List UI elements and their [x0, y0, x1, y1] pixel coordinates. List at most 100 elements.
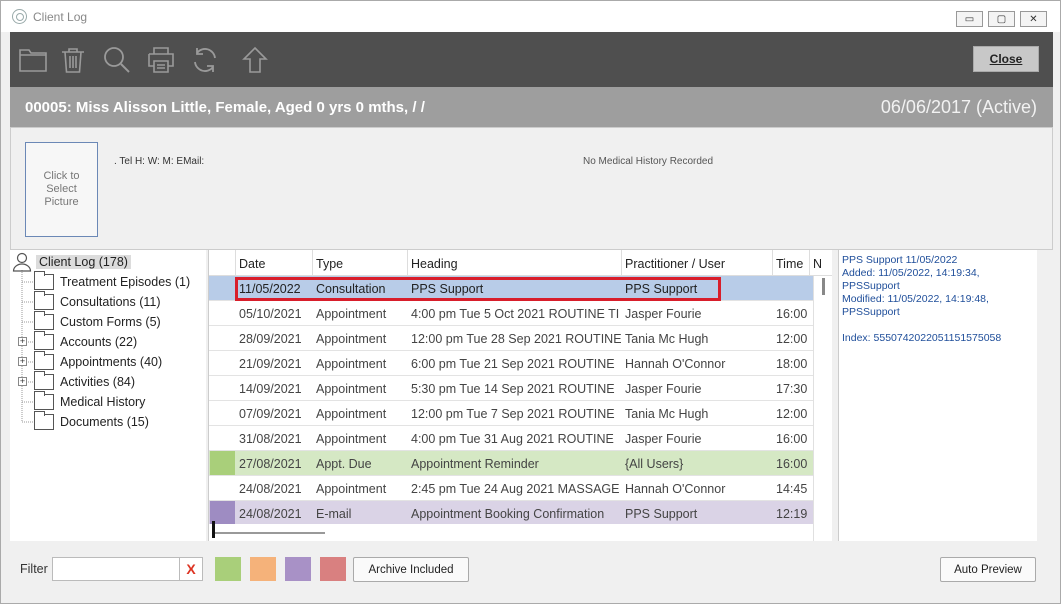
- cell-date: 07/09/2021: [239, 407, 302, 421]
- table-row[interactable]: 21/09/2021 Appointment 6:00 pm Tue 21 Sep …: [209, 351, 813, 376]
- cell-date: 11/05/2022: [239, 282, 301, 296]
- tree-item-appointments[interactable]: Appointments (40): [34, 351, 163, 372]
- filter-swatch-red[interactable]: [320, 557, 346, 581]
- vertical-scroll-thumb[interactable]: [822, 278, 825, 295]
- tree-item-activities[interactable]: Activities (84): [34, 371, 136, 392]
- print-icon[interactable]: [145, 44, 177, 76]
- refresh-icon[interactable]: [189, 44, 221, 76]
- cell-type: Appt. Due: [316, 457, 372, 471]
- tree-item-treatment-episodes[interactable]: Treatment Episodes (1): [34, 271, 191, 292]
- close-window-button[interactable]: ✕: [1020, 11, 1047, 27]
- cell-time: 12:19: [776, 507, 808, 521]
- app-logo-icon: [12, 9, 27, 24]
- search-icon[interactable]: [101, 44, 133, 76]
- column-header-time[interactable]: Time: [772, 250, 809, 276]
- filter-swatch-green[interactable]: [215, 557, 241, 581]
- row-color-marker: [210, 451, 235, 475]
- cell-type: Appointment: [316, 307, 387, 321]
- grid-header: Date Type Heading Practitioner / User Ti…: [209, 250, 832, 276]
- clear-filter-button[interactable]: X: [179, 557, 203, 581]
- tree-root-label: Client Log (178): [36, 255, 131, 269]
- cell-date: 21/09/2021: [239, 357, 302, 371]
- table-row[interactable]: 05/10/2021 Appointment 4:00 pm Tue 5 Oct 2…: [209, 301, 813, 326]
- column-header-heading[interactable]: Heading: [407, 250, 621, 276]
- folder-icon: [34, 351, 54, 370]
- cell-date: 24/08/2021: [239, 482, 302, 496]
- cell-type: Appointment: [316, 482, 387, 496]
- table-row[interactable]: 24/08/2021 E-mail Appointment Booking Conf…: [209, 501, 813, 526]
- cell-heading: Appointment Booking Confirmation: [411, 507, 605, 521]
- archive-included-button[interactable]: Archive Included: [353, 557, 469, 582]
- tree-item-label: Treatment Episodes (1): [60, 275, 191, 289]
- tree-root-client-log[interactable]: Client Log (178): [12, 252, 131, 272]
- maximize-button[interactable]: ▢: [988, 11, 1015, 27]
- tree-item-label: Documents (15): [60, 415, 149, 429]
- filter-swatch-purple[interactable]: [285, 557, 311, 581]
- expand-accounts-toggle[interactable]: +: [18, 337, 27, 346]
- cell-heading: 2:45 pm Tue 24 Aug 2021 MASSAGE: [411, 482, 620, 496]
- cell-date: 31/08/2021: [239, 432, 302, 446]
- footer-bar: Filter X Archive Included Auto Preview: [10, 541, 1053, 597]
- folder-icon[interactable]: [17, 44, 49, 76]
- cell-heading: 12:00 pm Tue 7 Sep 2021 ROUTINE: [411, 407, 615, 421]
- cell-practitioner: PPS Support: [625, 507, 698, 521]
- table-row[interactable]: 24/08/2021 Appointment 2:45 pm Tue 24 Aug …: [209, 476, 813, 501]
- trash-icon[interactable]: [57, 44, 89, 76]
- cell-time: 17:30: [776, 382, 808, 396]
- cell-practitioner: Tania Mc Hugh: [625, 332, 709, 346]
- tree-item-label: Accounts (22): [60, 335, 138, 349]
- upload-arrow-icon[interactable]: [239, 44, 271, 76]
- table-row[interactable]: 31/08/2021 Appointment 4:00 pm Tue 31 Aug …: [209, 426, 813, 451]
- column-header-type[interactable]: Type: [312, 250, 407, 276]
- client-log-window: Client Log ▭ ▢ ✕ Close 00005: Miss Aliss…: [0, 0, 1061, 604]
- cell-heading: PPS Support: [411, 282, 484, 296]
- vertical-scrollbar[interactable]: [813, 276, 832, 541]
- folder-icon: [34, 331, 54, 350]
- window-title: Client Log: [33, 9, 88, 24]
- column-header-practitioner[interactable]: Practitioner / User: [621, 250, 772, 276]
- patient-header: 00005: Miss Alisson Little, Female, Aged…: [10, 87, 1053, 127]
- expand-activities-toggle[interactable]: +: [18, 377, 27, 386]
- cell-type: Appointment: [316, 332, 387, 346]
- tree-item-documents[interactable]: Documents (15): [34, 411, 149, 432]
- cell-practitioner: Hannah O'Connor: [625, 482, 726, 496]
- tree-item-medical-history[interactable]: Medical History: [34, 391, 145, 412]
- cell-type: Appointment: [316, 407, 387, 421]
- tree-item-label: Activities (84): [60, 375, 136, 389]
- select-picture-button[interactable]: Click to Select Picture: [25, 142, 98, 237]
- detail-panel: PPS Support 11/05/2022 Added: 11/05/2022…: [838, 250, 1037, 541]
- cell-heading: 6:00 pm Tue 21 Sep 2021 ROUTINE: [411, 357, 615, 371]
- expand-appointments-toggle[interactable]: +: [18, 357, 27, 366]
- cell-time: 16:00: [776, 457, 808, 471]
- detail-line: [842, 319, 1034, 332]
- tree-item-consultations[interactable]: Consultations (11): [34, 291, 161, 312]
- tree-item-label: Appointments (40): [60, 355, 163, 369]
- tree-item-custom-forms[interactable]: Custom Forms (5): [34, 311, 161, 332]
- column-header-notes[interactable]: N: [809, 250, 821, 276]
- auto-preview-button[interactable]: Auto Preview: [940, 557, 1036, 582]
- cell-time: 16:00: [776, 307, 808, 321]
- folder-icon: [34, 291, 54, 310]
- client-log-tree: Client Log (178) Treatment Episodes (1) …: [10, 250, 206, 541]
- cell-practitioner: Jasper Fourie: [625, 432, 702, 446]
- tree-item-accounts[interactable]: Accounts (22): [34, 331, 138, 352]
- table-row[interactable]: 14/09/2021 Appointment 5:30 pm Tue 14 Sep …: [209, 376, 813, 401]
- filter-swatch-orange[interactable]: [250, 557, 276, 581]
- table-row[interactable]: 27/08/2021 Appt. Due Appointment Reminder {…: [209, 451, 813, 476]
- column-header-date[interactable]: Date: [235, 250, 312, 276]
- close-button[interactable]: Close: [973, 46, 1039, 72]
- cell-date: 28/09/2021: [239, 332, 302, 346]
- table-row[interactable]: 11/05/2022 Consultation PPS Support PPS Sup…: [209, 276, 813, 301]
- cell-heading: 4:00 pm Tue 31 Aug 2021 ROUTINE: [411, 432, 614, 446]
- filter-input[interactable]: [52, 557, 180, 581]
- table-row[interactable]: 07/09/2021 Appointment 12:00 pm Tue 7 Sep …: [209, 401, 813, 426]
- cell-practitioner: {All Users}: [625, 457, 684, 471]
- horizontal-scroll-thumb[interactable]: [215, 532, 325, 534]
- horizontal-scrollbar[interactable]: [209, 524, 813, 541]
- cell-practitioner: PPS Support: [625, 282, 698, 296]
- contact-details: . Tel H: W: M: EMail:: [114, 156, 205, 167]
- cell-heading: 12:00 pm Tue 28 Sep 2021 ROUTINE: [411, 332, 621, 346]
- minimize-button[interactable]: ▭: [956, 11, 983, 27]
- cell-heading: 5:30 pm Tue 14 Sep 2021 ROUTINE: [411, 382, 615, 396]
- table-row[interactable]: 28/09/2021 Appointment 12:00 pm Tue 28 Sep…: [209, 326, 813, 351]
